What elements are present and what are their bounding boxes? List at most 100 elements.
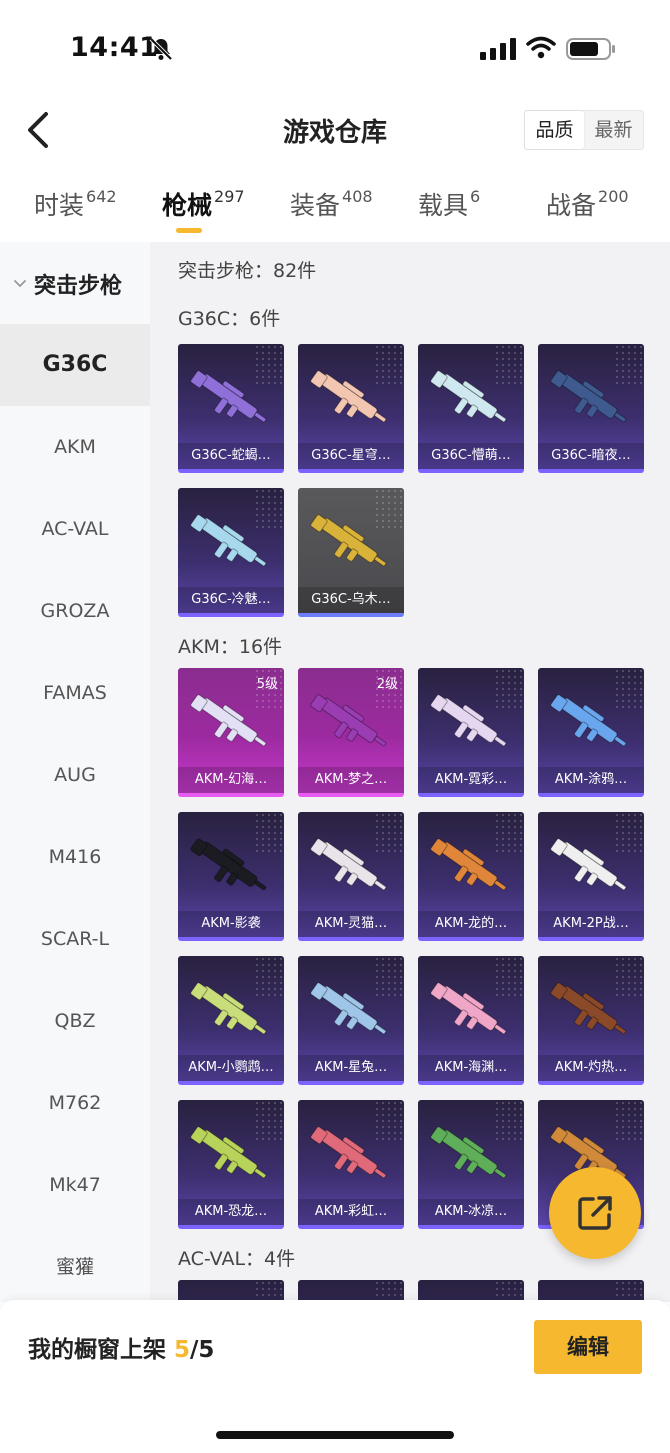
tab-fashion[interactable]: 时装 642 — [34, 186, 117, 222]
weapon-skin-card[interactable]: AKM-影袭 — [178, 812, 284, 941]
sidebar-item-famas[interactable]: FAMAS — [0, 652, 150, 734]
tab-label: 战备 — [546, 191, 597, 220]
tab-count: 408 — [342, 187, 373, 206]
skin-name: AKM-灵猫… — [298, 911, 404, 937]
weapon-skin-card[interactable]: AKM-小鹦鹉… — [178, 956, 284, 1085]
tab-count: 297 — [214, 187, 245, 206]
weapon-skin-card[interactable]: AKM-星兔… — [298, 956, 404, 1085]
weapon-skin-card[interactable]: G36C-暗夜… — [538, 344, 644, 473]
sidebar-item-scar-l[interactable]: SCAR-L — [0, 898, 150, 980]
sidebar-item-m762[interactable]: M762 — [0, 1062, 150, 1144]
weapon-skin-icon — [190, 1126, 267, 1179]
bell-muted-icon — [149, 37, 173, 61]
weapon-skin-icon — [430, 838, 507, 891]
weapon-skin-card[interactable]: 2级 AKM-梦之… — [298, 668, 404, 797]
tab-label: 枪械 — [162, 191, 213, 220]
category-summary: 突击步枪：82件 — [178, 260, 317, 282]
weapon-skin-card[interactable]: AKM-灵猫… — [298, 812, 404, 941]
weapon-skin-card[interactable]: AKM-冰凉… — [418, 1100, 524, 1229]
weapon-skin-card[interactable]: G36C-懵萌… — [418, 344, 524, 473]
active-tab-indicator — [176, 228, 202, 233]
sidebar-item-groza[interactable]: GROZA — [0, 570, 150, 652]
weapon-skin-card[interactable] — [418, 1280, 524, 1302]
weapon-skin-icon — [190, 982, 267, 1035]
tab-equipment[interactable]: 装备 408 — [290, 186, 373, 222]
skin-name: G36C-乌木… — [298, 587, 404, 613]
weapon-skin-card[interactable]: AKM-龙的… — [418, 812, 524, 941]
weapon-skin-icon — [190, 838, 267, 891]
section-title-akm: AKM：16件 — [178, 636, 283, 658]
skin-name: G36C-星穹… — [298, 443, 404, 469]
tab-vehicles[interactable]: 载具 6 — [418, 186, 480, 222]
sidebar-item-mk47[interactable]: Mk47 — [0, 1144, 150, 1226]
skin-name: AKM-灼热… — [538, 1055, 644, 1081]
sidebar-item-qbz[interactable]: QBZ — [0, 980, 150, 1062]
sort-newest-option[interactable]: 最新 — [584, 111, 643, 149]
skin-name: AKM-恐龙… — [178, 1199, 284, 1225]
showcase-status: 我的橱窗上架 5/5 — [28, 1330, 214, 1364]
weapon-skin-card[interactable]: AKM-海渊… — [418, 956, 524, 1085]
weapon-skin-card[interactable]: AKM-霓彩… — [418, 668, 524, 797]
skin-name: G36C-懵萌… — [418, 443, 524, 469]
showcase-label: 我的橱窗上架 — [28, 1337, 166, 1363]
weapon-skin-icon — [310, 982, 387, 1035]
weapon-skin-card[interactable]: G36C-冷魅… — [178, 488, 284, 617]
tab-count: 6 — [470, 187, 481, 206]
skin-name: AKM-冰凉… — [418, 1199, 524, 1225]
sidebar-item-m416[interactable]: M416 — [0, 816, 150, 898]
sidebar-item-honey-badger[interactable]: 蜜獾 — [0, 1226, 150, 1308]
sort-quality-option[interactable]: 品质 — [525, 111, 584, 149]
skin-name: AKM-龙的… — [418, 911, 524, 937]
showcase-current-count: 5 — [174, 1337, 191, 1363]
sidebar-item-g36c[interactable]: G36C — [0, 324, 150, 406]
weapon-skin-card[interactable]: AKM-涂鸦… — [538, 668, 644, 797]
weapon-skin-card[interactable]: AKM-恐龙… — [178, 1100, 284, 1229]
skin-name: AKM-海渊… — [418, 1055, 524, 1081]
sidebar-item-aug[interactable]: AUG — [0, 734, 150, 816]
tab-label: 时装 — [34, 191, 85, 220]
tab-count: 642 — [86, 187, 117, 206]
header: 游戏仓库 品质 最新 — [0, 100, 670, 160]
skin-name: AKM-2P战… — [538, 911, 644, 937]
weapon-skin-card[interactable] — [178, 1280, 284, 1302]
weapon-skin-card[interactable]: AKM-2P战… — [538, 812, 644, 941]
sidebar-item-akm[interactable]: AKM — [0, 406, 150, 488]
weapon-skin-card[interactable] — [298, 1280, 404, 1302]
weapon-skin-card[interactable]: G36C-蛇蝎… — [178, 344, 284, 473]
tab-supplies[interactable]: 战备 200 — [546, 186, 629, 222]
skin-name: AKM-涂鸦… — [538, 767, 644, 793]
skin-name: AKM-彩虹… — [298, 1199, 404, 1225]
tab-firearms[interactable]: 枪械 297 — [162, 186, 245, 222]
showcase-total-count: /5 — [190, 1337, 215, 1363]
weapon-skin-icon — [430, 370, 507, 423]
weapon-skin-card[interactable]: AKM-彩虹… — [298, 1100, 404, 1229]
skin-name: AKM-星兔… — [298, 1055, 404, 1081]
category-tabs: 时装 642 枪械 297 装备 408 载具 6 战备 200 — [0, 180, 670, 242]
edit-button[interactable]: 编辑 — [534, 1320, 642, 1374]
weapon-content: 突击步枪：82件 G36C：6件 AKM：16件 AC-VAL：4件 G36C-… — [150, 242, 670, 1302]
signal-icon — [480, 38, 516, 60]
skin-name: AKM-影袭 — [178, 911, 284, 937]
weapon-skin-icon — [430, 694, 507, 747]
share-export-icon — [578, 1196, 612, 1230]
sidebar-group-assault-rifles[interactable]: 突击步枪 — [0, 264, 150, 304]
status-time: 14:41 — [70, 32, 159, 63]
weapon-skin-card[interactable]: AKM-灼热… — [538, 956, 644, 1085]
skin-level-badge: 2级 — [376, 677, 398, 692]
weapon-skin-icon — [310, 370, 387, 423]
weapon-skin-icon — [430, 1126, 507, 1179]
showcase-bar: 我的橱窗上架 5/5 编辑 — [0, 1300, 670, 1453]
weapon-skin-icon — [190, 370, 267, 423]
weapon-skin-icon — [310, 1126, 387, 1179]
weapon-skin-icon — [550, 370, 627, 423]
weapon-skin-icon — [550, 838, 627, 891]
tab-count: 200 — [598, 187, 629, 206]
weapon-skin-icon — [310, 514, 387, 567]
weapon-skin-card[interactable]: G36C-乌木… — [298, 488, 404, 617]
sidebar-item-ac-val[interactable]: AC-VAL — [0, 488, 150, 570]
weapon-skin-card[interactable]: 5级 AKM-幻海… — [178, 668, 284, 797]
skin-name: AKM-小鹦鹉… — [178, 1055, 284, 1081]
weapon-skin-card[interactable]: G36C-星穹… — [298, 344, 404, 473]
weapon-skin-card[interactable] — [538, 1280, 644, 1302]
share-button[interactable] — [549, 1167, 641, 1259]
